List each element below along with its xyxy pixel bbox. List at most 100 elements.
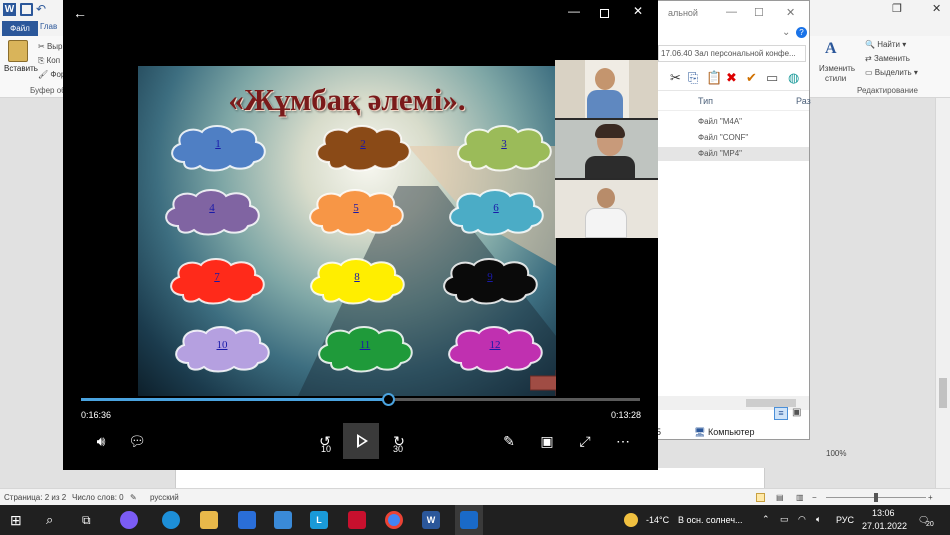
cloud-link-7[interactable]: 7 (165, 255, 269, 305)
cloud-link-9[interactable]: 9 (438, 255, 542, 305)
check-icon[interactable]: ✔ (746, 71, 757, 85)
styles-icon[interactable]: A (825, 40, 843, 58)
cloud-link-5[interactable]: 5 (304, 186, 408, 236)
globe-icon[interactable]: ◍ (788, 71, 799, 85)
language-indicator[interactable]: РУС (836, 515, 854, 525)
file-row[interactable]: Файл "M4A" (696, 115, 809, 129)
zoom-in-icon[interactable]: + (928, 493, 933, 502)
copy-icon[interactable]: ⎘ (688, 71, 698, 85)
copy-button[interactable]: ⎘ Коп (38, 56, 60, 66)
print-layout-icon[interactable]: ▤ (776, 493, 784, 502)
cloud-link-3[interactable]: 3 (452, 122, 556, 172)
file-explorer-icon[interactable] (200, 511, 218, 529)
speaker-icon[interactable]: 🔈︎ (816, 514, 821, 525)
web-layout-icon[interactable]: ▥ (796, 493, 804, 502)
store-icon[interactable] (238, 511, 256, 529)
chevron-down-icon[interactable]: ⌄ (782, 27, 790, 38)
search-icon[interactable]: ⌕ (46, 511, 64, 529)
read-mode-icon[interactable] (756, 493, 765, 502)
video-frame-slide[interactable]: «Жұмбақ әлемі». 1 2 3 4 5 6 7 8 9 10 11 12 (138, 66, 556, 396)
maximize-icon[interactable] (600, 9, 609, 18)
edit-pencil-icon[interactable]: ✎ (499, 432, 519, 450)
address-bar[interactable]: 17.06.40 Зал персональной конфе... (658, 45, 806, 62)
zoom-level[interactable]: 100% (826, 449, 846, 458)
select-button[interactable]: ▭ Выделить ▾ (865, 68, 918, 77)
weather-icon[interactable] (624, 513, 638, 527)
mcafee-icon[interactable] (348, 511, 366, 529)
minimize-icon[interactable]: — (568, 4, 580, 18)
cloud-link-2[interactable]: 2 (311, 122, 415, 172)
minimize-icon[interactable]: — (726, 6, 737, 18)
more-options-icon[interactable]: ⋯ (613, 432, 633, 450)
change-styles-label-1[interactable]: Изменить (819, 64, 855, 73)
delete-icon[interactable]: ✖ (726, 71, 737, 85)
rewind-button[interactable]: ↺ 10 (313, 432, 337, 454)
rename-icon[interactable]: ▭ (766, 71, 778, 85)
word-icon[interactable]: W (422, 511, 440, 529)
clock-date[interactable]: 27.01.2022 (862, 521, 907, 531)
word-count[interactable]: Число слов: 0 (72, 493, 124, 502)
computer-nav-item[interactable]: 🖥 Компьютер (694, 427, 755, 438)
column-size[interactable]: Раз (796, 96, 811, 106)
cloud-link-10[interactable]: 10 (170, 323, 274, 373)
forward-button[interactable]: ↻ 30 (387, 432, 411, 454)
l-app-icon[interactable]: L (310, 511, 328, 529)
tab-file[interactable]: Файл (2, 21, 38, 36)
weather-temp[interactable]: -14°C (646, 515, 669, 525)
seek-bar-thumb[interactable] (382, 393, 395, 406)
wifi-icon[interactable]: ◠ (798, 514, 806, 525)
details-view-icon[interactable]: ≡ (774, 407, 788, 420)
cloud-link-11[interactable]: 11 (313, 323, 417, 373)
mail-icon[interactable] (274, 511, 292, 529)
participant-tile-2[interactable] (555, 120, 658, 178)
paste-icon[interactable]: 📋 (706, 71, 722, 85)
movies-tv-icon[interactable] (460, 511, 478, 529)
cloud-link-1[interactable]: 1 (166, 122, 270, 172)
zoom-slider-thumb[interactable] (874, 493, 878, 502)
close-icon[interactable]: ✕ (633, 4, 643, 18)
change-styles-label-2[interactable]: стили (825, 74, 846, 83)
tiles-view-icon[interactable]: ▣ (792, 407, 801, 418)
next-arrow-icon[interactable] (530, 370, 556, 396)
cloud-link-12[interactable]: 12 (443, 323, 547, 373)
back-arrow-icon[interactable]: ← (73, 5, 87, 21)
edge-icon[interactable] (162, 511, 180, 529)
windows-start-icon[interactable]: ⊞ (10, 511, 28, 529)
help-icon[interactable]: ? (796, 27, 807, 38)
save-icon[interactable] (20, 3, 33, 16)
cut-icon[interactable]: ✂ (670, 71, 681, 85)
replace-button[interactable]: ⇄ Заменить (865, 54, 910, 63)
play-button[interactable] (343, 423, 379, 459)
page-count[interactable]: Страница: 2 из 2 (4, 493, 66, 502)
vertical-scrollbar[interactable] (935, 98, 950, 488)
tab-home[interactable]: Глав (40, 22, 57, 31)
network-icon[interactable]: ▭ (780, 514, 789, 525)
column-type[interactable]: Тип (698, 96, 713, 106)
zoom-out-icon[interactable]: − (812, 493, 817, 502)
paste-icon[interactable] (8, 40, 28, 62)
scroll-thumb[interactable] (939, 378, 947, 408)
restore-icon[interactable]: ❐ (892, 2, 902, 15)
paste-button-label[interactable]: Вставить (4, 64, 38, 73)
alice-assistant-icon[interactable] (120, 511, 138, 529)
cloud-link-8[interactable]: 8 (305, 255, 409, 305)
document-page[interactable] (175, 468, 765, 488)
file-row-selected[interactable]: Файл "MP4" (656, 147, 809, 161)
close-icon[interactable]: ✕ (932, 2, 941, 15)
scroll-thumb[interactable] (746, 399, 796, 407)
cloud-link-6[interactable]: 6 (444, 186, 548, 236)
undo-icon[interactable]: ↶ (36, 3, 49, 16)
format-painter-button[interactable]: 🖌 Фор (38, 70, 65, 79)
maximize-icon[interactable]: ☐ (754, 6, 764, 19)
find-button[interactable]: 🔍 Найти ▾ (865, 40, 906, 49)
volume-icon[interactable]: 🔊︎ (91, 432, 111, 450)
language[interactable]: русский (150, 493, 179, 502)
seek-bar[interactable] (81, 398, 640, 401)
fullscreen-icon[interactable]: ⤢ (575, 432, 595, 450)
chevron-up-icon[interactable]: ⌃ (762, 514, 770, 525)
chrome-icon[interactable] (385, 511, 403, 529)
task-view-icon[interactable]: ⧉ (82, 511, 100, 529)
cut-button[interactable]: ✂ Выр (38, 42, 62, 51)
subtitles-icon[interactable]: 💬︎ (127, 432, 147, 450)
cloud-link-4[interactable]: 4 (160, 186, 264, 236)
